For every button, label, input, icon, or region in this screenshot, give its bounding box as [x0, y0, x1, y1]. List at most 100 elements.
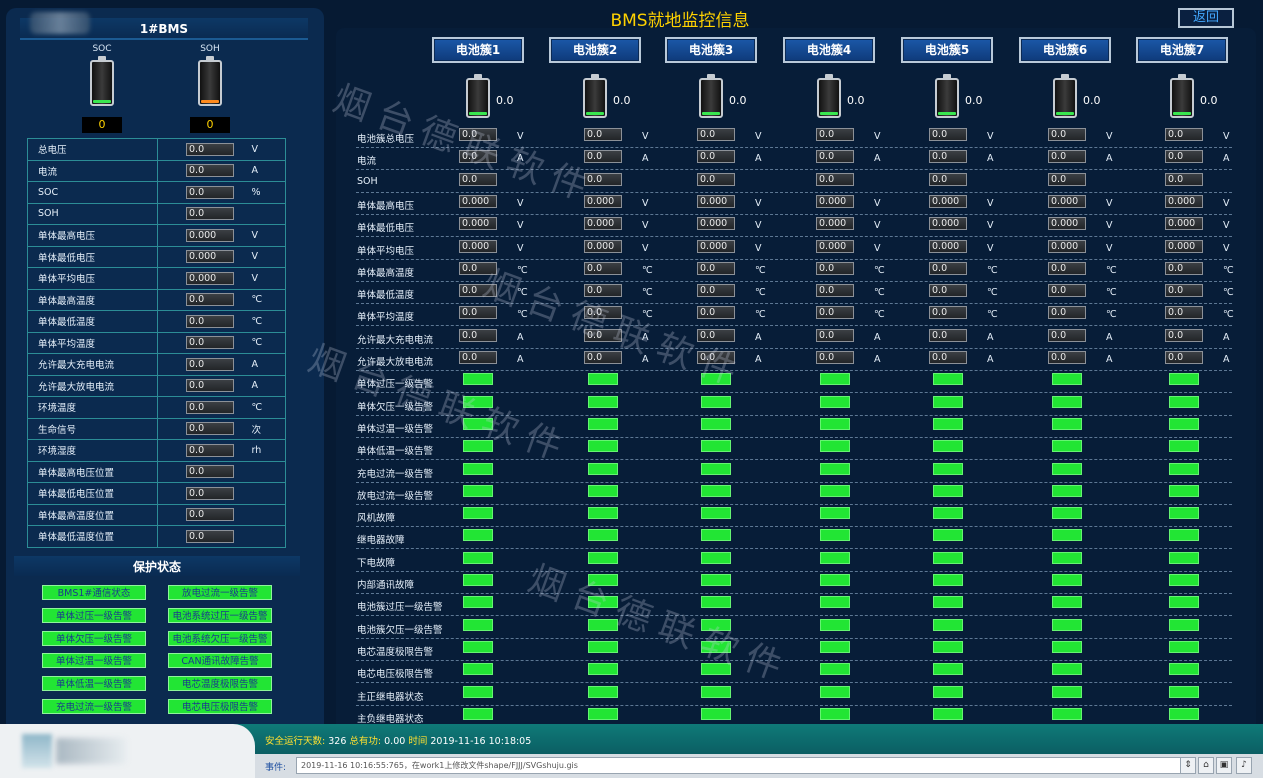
summary-row-value: 0.0	[186, 314, 234, 328]
status-indicator	[1169, 395, 1199, 408]
cluster-unit: A	[1106, 354, 1113, 365]
summary-row-value: 0.000	[186, 250, 234, 264]
tab-cluster-2[interactable]: 电池簇2	[549, 37, 641, 63]
cluster-unit: ℃	[642, 309, 653, 321]
status-indicator	[820, 551, 850, 564]
cluster-battery-icon	[466, 74, 490, 118]
summary-row-unit: V	[247, 245, 286, 268]
cluster-value: 0.0	[1165, 261, 1203, 275]
summary-row-value: 0.0	[186, 185, 234, 199]
summary-row-value: 0.0	[186, 508, 234, 522]
summary-value-cell: 0.000	[157, 245, 248, 268]
row-divider	[356, 258, 1232, 260]
status-indicator	[701, 484, 731, 497]
status-indicator	[820, 707, 850, 720]
cluster-row-label: SOH	[357, 175, 378, 187]
cluster-unit: V	[517, 197, 524, 209]
row-divider	[356, 659, 1232, 661]
protect-status-item[interactable]: 电芯电压极限告警	[168, 699, 272, 714]
summary-row-label: 单体最高电压	[27, 224, 158, 247]
cluster-battery-icon	[935, 74, 959, 118]
cluster-row-label: 单体最低电压	[357, 223, 415, 235]
cluster-unit: V	[987, 197, 994, 209]
cluster-value: 0.0	[929, 172, 967, 186]
status-indicator	[820, 618, 850, 631]
protect-status-item[interactable]: 放电过流一级告警	[168, 585, 272, 600]
tab-cluster-7[interactable]: 电池簇7	[1136, 37, 1228, 63]
cluster-unit: A	[987, 153, 994, 165]
cluster-value: 0.0	[816, 172, 854, 186]
cluster-value: 0.0	[697, 128, 735, 141]
cluster-unit: ℃	[755, 309, 766, 321]
status-indicator	[463, 574, 493, 586]
cluster-battery-value: 0.0	[965, 94, 983, 107]
summary-row: 单体最低温度 0.0 ℃	[27, 310, 286, 333]
status-indicator	[933, 373, 963, 386]
summary-row: 环境温度 0.0 ℃	[27, 396, 286, 419]
summary-row-label: SOH	[27, 202, 158, 225]
status-indicator	[701, 640, 731, 653]
status-indicator	[820, 596, 850, 609]
protect-status-item[interactable]: 单体过温一级告警	[42, 653, 146, 669]
cluster-row-label: 单体平均电压	[357, 245, 415, 257]
cluster-value: 0.000	[459, 239, 497, 253]
speaker-icon[interactable]: ♪	[1236, 757, 1252, 774]
summary-row-unit: V	[247, 138, 286, 161]
cluster-unit: ℃	[1223, 309, 1234, 321]
protect-status-item[interactable]: 电池系统欠压一级告警	[168, 630, 272, 646]
status-indicator	[933, 618, 963, 631]
cluster-unit: ℃	[987, 309, 998, 321]
status-indicator	[701, 663, 731, 676]
cluster-value: 0.0	[1165, 284, 1203, 298]
cluster-unit: ℃	[1106, 309, 1117, 321]
status-indicator	[588, 596, 618, 609]
status-indicator	[1052, 440, 1082, 453]
status-indicator	[701, 685, 731, 698]
protect-status-item[interactable]: 电芯温度极限告警	[168, 676, 272, 692]
cluster-unit: V	[755, 197, 762, 209]
status-indicator	[1169, 551, 1199, 564]
cluster-status-label: 主正继电器状态	[357, 691, 424, 703]
cluster-unit: ℃	[755, 287, 766, 299]
tab-cluster-5[interactable]: 电池簇5	[901, 37, 993, 63]
tab-cluster-3[interactable]: 电池簇3	[665, 37, 757, 63]
event-log-field[interactable]: 2019-11-16 10:16:55:765，在work1上修改文件shape…	[296, 757, 1192, 774]
back-button[interactable]: 返回	[1178, 8, 1234, 28]
summary-row-label: 允许最大充电电流	[27, 353, 158, 376]
status-indicator	[701, 462, 731, 475]
event-scroll-icon[interactable]: ⇕	[1180, 757, 1196, 774]
cluster-value: 0.0	[1165, 306, 1203, 320]
summary-row: 总电压 0.0 V	[27, 138, 286, 161]
trash-icon[interactable]: ▣	[1216, 757, 1232, 774]
status-indicator	[588, 395, 618, 408]
protect-status-item[interactable]: 单体欠压一级告警	[42, 630, 146, 646]
summary-row-value: 0.0	[186, 486, 234, 500]
tab-cluster-6[interactable]: 电池簇6	[1019, 37, 1111, 63]
protect-status-item[interactable]: 充电过流一级告警	[42, 699, 146, 714]
cluster-row-label: 允许最大放电电流	[357, 357, 434, 368]
cluster-value: 0.0	[1048, 351, 1086, 364]
protect-status-item[interactable]: 单体低温一级告警	[42, 676, 146, 692]
status-indicator	[463, 640, 493, 653]
status-indicator	[1052, 551, 1082, 564]
protect-status-item[interactable]: 单体过压一级告警	[42, 607, 146, 623]
status-indicator	[820, 685, 850, 698]
time-value: 2019-11-16 10:18:05	[430, 736, 532, 747]
cluster-battery-value: 0.0	[1083, 94, 1101, 107]
protect-status-item[interactable]: BMS1#通信状态	[42, 585, 146, 600]
cluster-value: 0.000	[1165, 217, 1203, 231]
cluster-value: 0.000	[459, 194, 497, 208]
cluster-status-label: 单体低温一级告警	[357, 446, 434, 458]
cluster-unit: A	[517, 153, 524, 165]
acknowledge-icon[interactable]: ⌂	[1198, 757, 1214, 774]
status-indicator	[701, 596, 731, 609]
status-indicator	[933, 663, 963, 676]
cluster-value: 0.0	[584, 351, 622, 364]
protect-status-item[interactable]: 电池系统过压一级告警	[168, 607, 272, 623]
status-indicator	[1052, 663, 1082, 676]
tab-cluster-4[interactable]: 电池簇4	[783, 37, 875, 63]
tab-cluster-1[interactable]: 电池簇1	[432, 37, 524, 63]
summary-row-label: SOC	[27, 181, 158, 204]
protect-status-item[interactable]: CAN通讯故障告警	[168, 653, 272, 669]
summary-row-label: 环境温度	[27, 396, 158, 419]
